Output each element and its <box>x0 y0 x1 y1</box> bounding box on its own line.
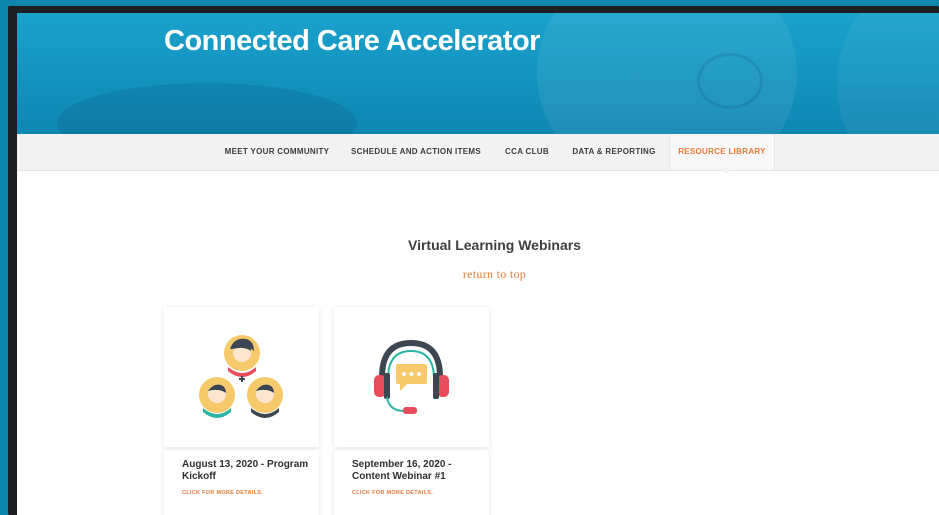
hero-background-shape <box>57 83 357 134</box>
return-to-top-link[interactable]: return to top <box>17 267 939 282</box>
webinar-card[interactable]: August 13, 2020 - Program Kickoff CLICK … <box>164 307 319 515</box>
webinar-card[interactable]: September 16, 2020 - Content Webinar #1 … <box>334 307 489 515</box>
section-title: Virtual Learning Webinars <box>408 237 581 253</box>
nav-item-resource-library[interactable]: RESOURCE LIBRARY <box>669 134 775 170</box>
people-group-icon <box>199 335 283 418</box>
card-image[interactable] <box>164 307 319 447</box>
card-title[interactable]: September 16, 2020 - Content Webinar #1 <box>352 459 480 483</box>
card-body[interactable]: September 16, 2020 - Content Webinar #1 … <box>334 450 489 515</box>
headset-chat-icon <box>374 339 449 414</box>
card-title[interactable]: August 13, 2020 - Program Kickoff <box>182 459 310 483</box>
nav-item-schedule-and-action-items[interactable]: SCHEDULE AND ACTION ITEMS <box>347 134 485 170</box>
active-nav-indicator <box>720 168 732 174</box>
card-details-link[interactable]: CLICK FOR MORE DETAILS. <box>352 490 433 496</box>
card-details-link[interactable]: CLICK FOR MORE DETAILS. <box>182 490 263 496</box>
page-viewport: Connected Care Accelerator MEET YOUR COM… <box>17 13 939 515</box>
nav-item-cca-club[interactable]: CCA CLUB <box>499 134 555 170</box>
card-image[interactable] <box>334 307 489 447</box>
nav-item-meet-your-community[interactable]: MEET YOUR COMMUNITY <box>221 134 333 170</box>
card-body[interactable]: August 13, 2020 - Program Kickoff CLICK … <box>164 450 319 515</box>
hero-background-shape <box>837 13 939 134</box>
nav-item-data-reporting[interactable]: DATA & REPORTING <box>569 134 659 170</box>
hero-background-shape <box>697 53 763 109</box>
site-title[interactable]: Connected Care Accelerator <box>164 25 540 58</box>
hero-banner: Connected Care Accelerator <box>17 13 939 134</box>
main-nav: MEET YOUR COMMUNITY SCHEDULE AND ACTION … <box>17 134 939 171</box>
